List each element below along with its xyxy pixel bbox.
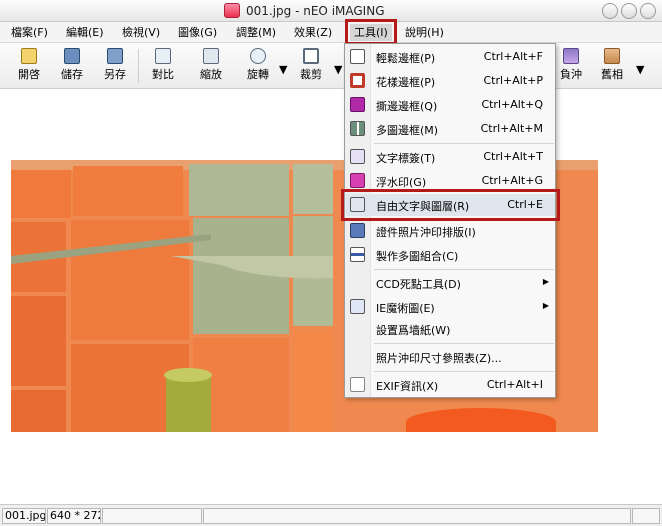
resize-icon [203,48,219,64]
maximize-button[interactable] [621,3,637,19]
crop-button[interactable]: 裁剪 [294,46,328,86]
menu-edit[interactable]: 編輯(E) [62,24,108,41]
folder-icon [21,48,37,64]
menu-item-id-photo[interactable]: 證件照片沖印排版(I) [346,220,555,242]
id-photo-icon [350,223,365,238]
crop-icon [303,48,319,64]
text-label-icon [350,149,365,164]
menu-item-easy-frame[interactable]: 輕鬆邊框(P) Ctrl+Alt+F [346,46,555,68]
menu-separator [374,143,554,144]
multi-frame-icon [350,121,365,136]
more-tools-arrow[interactable]: ▼ [636,63,644,76]
status-cell-empty-2 [203,508,631,524]
resize-grip[interactable] [632,508,660,524]
menu-item-print-size-chart[interactable]: 照片沖印尺寸參照表(Z)... [346,346,555,368]
menu-item-ccd-tool[interactable]: CCD死點工具(D) ▶ [346,272,555,294]
compare-icon [155,48,171,64]
compare-button[interactable]: 對比 [146,46,180,86]
menu-image[interactable]: 圖像(G) [174,24,221,41]
menu-separator [374,343,554,344]
image-canvas[interactable] [0,90,662,504]
menu-item-collage[interactable]: 製作多圖組合(C) [346,244,555,266]
menu-view[interactable]: 檢視(V) [118,24,164,41]
submenu-arrow-icon: ▶ [542,277,549,286]
status-dimensions: 640 * 272 [47,508,101,524]
window-title: 001.jpg - nEO iMAGING [246,4,385,18]
status-filename: 001.jpg [2,508,46,524]
toolbar: 開啓 儲存 另存 對比 縮放 旋轉 ▼ 裁剪 ▼ 負沖 舊相 ▼ [0,43,662,89]
minimize-button[interactable] [602,3,618,19]
pattern-frame-icon [350,73,365,88]
rotate-dropdown-arrow[interactable]: ▼ [279,63,287,76]
menu-separator [374,371,554,372]
toolbar-separator [138,49,139,83]
status-bar: 001.jpg 640 * 272 [0,504,662,526]
ie-magic-icon [350,299,365,314]
rotate-button[interactable]: 旋轉 [238,46,278,86]
exif-icon [350,377,365,392]
menu-adjust[interactable]: 調整(M) [232,24,280,41]
sepia-icon [604,48,620,64]
negative-icon [563,48,579,64]
free-text-layer-highlight [341,189,560,221]
menu-item-ie-magic[interactable]: IE魔術圖(E) ▶ [346,296,555,318]
old-photo-button[interactable]: 舊相 [597,46,627,86]
negative-button[interactable]: 負沖 [556,46,586,86]
status-cell-empty-1 [102,508,202,524]
frame-icon [350,49,365,64]
resize-button[interactable]: 縮放 [194,46,228,86]
menu-separator [374,269,554,270]
save-as-button[interactable]: 另存 [98,46,132,86]
close-button[interactable] [640,3,656,19]
menu-item-text-label[interactable]: 文字標簽(T) Ctrl+Alt+T [346,146,555,168]
submenu-arrow-icon: ▶ [542,301,549,310]
menu-item-pattern-frame[interactable]: 花樣邊框(P) Ctrl+Alt+P [346,70,555,92]
menu-item-exif[interactable]: EXIF資訊(X) Ctrl+Alt+I [346,374,555,396]
torn-edge-icon [350,97,365,112]
save-button[interactable]: 儲存 [55,46,89,86]
save-as-icon [107,48,123,64]
menu-item-torn-frame[interactable]: 撕邊邊框(Q) Ctrl+Alt+Q [346,94,555,116]
crop-dropdown-arrow[interactable]: ▼ [334,63,342,76]
menu-file[interactable]: 檔案(F) [7,24,52,41]
menu-effects[interactable]: 效果(Z) [290,24,336,41]
save-icon [64,48,80,64]
menu-help[interactable]: 說明(H) [401,24,448,41]
open-button[interactable]: 開啓 [12,46,46,86]
tools-menu-highlight [345,19,397,45]
app-logo-icon [224,3,240,18]
rotate-icon [250,48,266,64]
menu-bar: 檔案(F) 編輯(E) 檢視(V) 圖像(G) 調整(M) 效果(Z) 工具(I… [0,22,662,43]
collage-icon [350,247,365,262]
title-bar: 001.jpg - nEO iMAGING [0,0,662,22]
menu-item-set-wallpaper[interactable]: 設置爲墙紙(W) [346,318,555,340]
watermark-icon [350,173,365,188]
menu-item-multi-frame[interactable]: 多圖邊框(M) Ctrl+Alt+M [346,118,555,140]
